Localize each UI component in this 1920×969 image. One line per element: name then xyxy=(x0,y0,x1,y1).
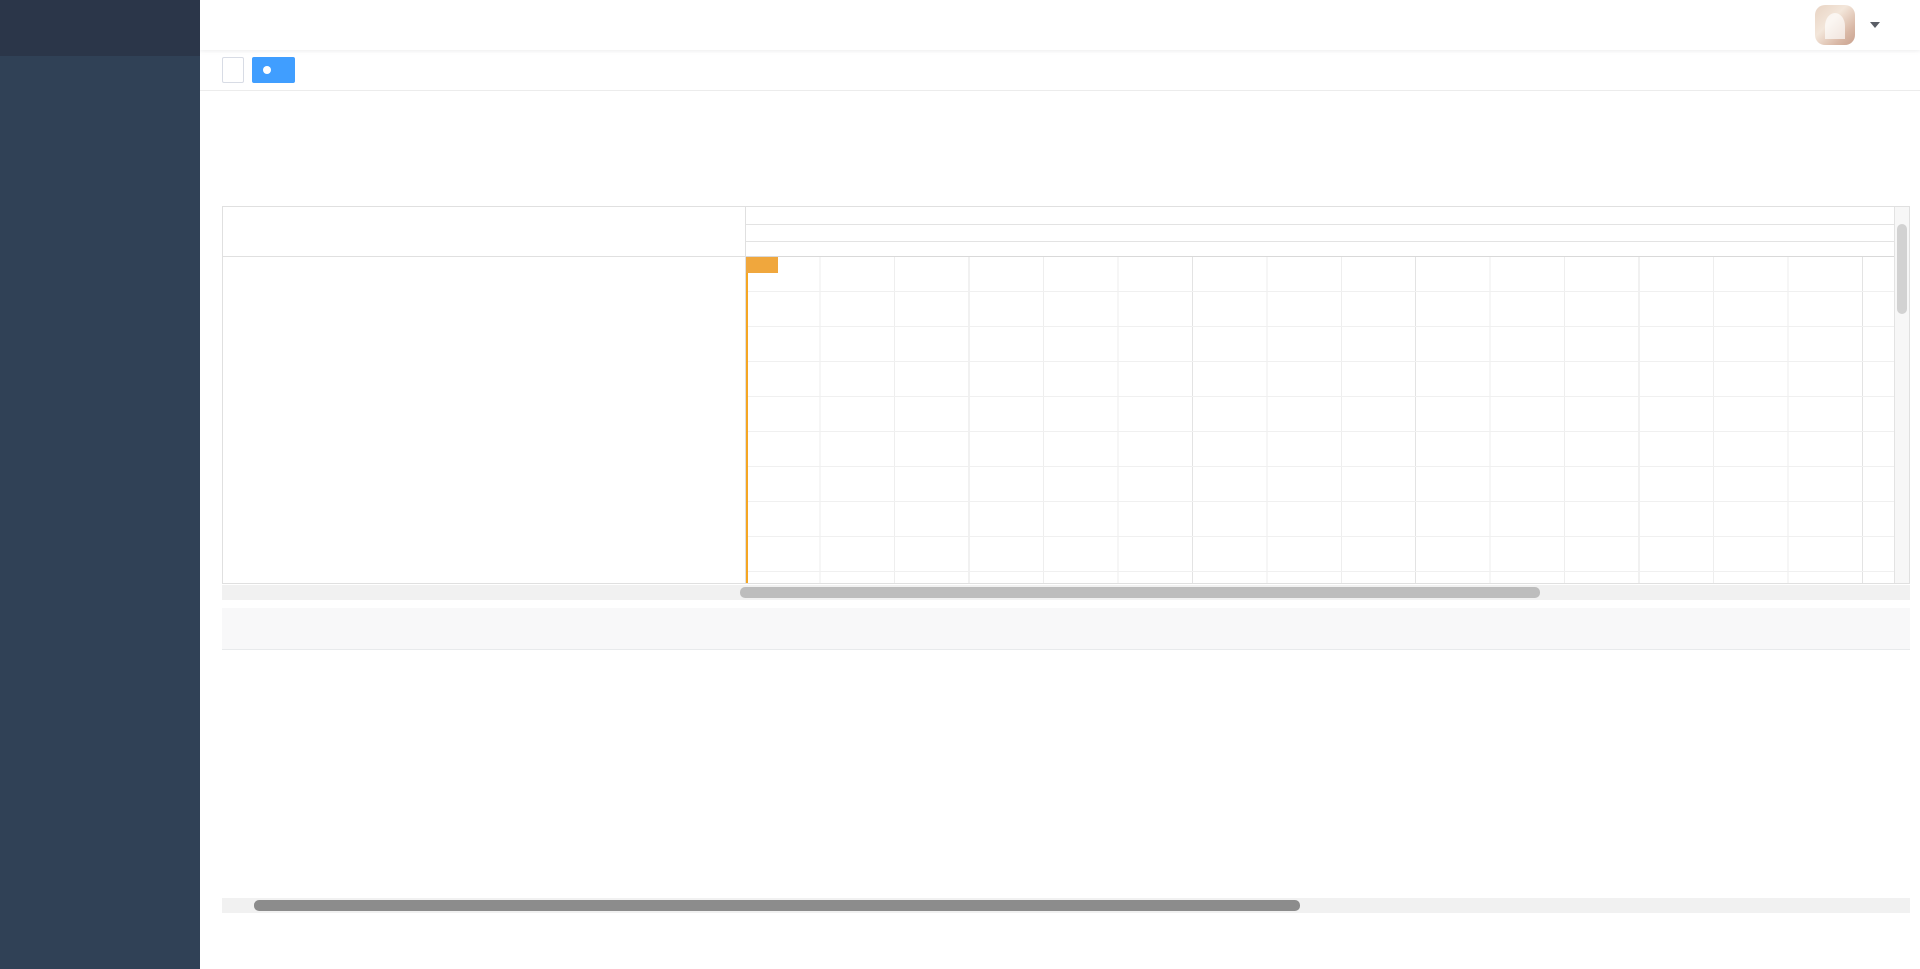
gantt-table-rows xyxy=(223,257,745,584)
topbar-actions xyxy=(1800,5,1920,45)
gantt-panel xyxy=(222,206,1910,584)
active-tab-dot xyxy=(263,66,271,74)
tags-view-bar xyxy=(200,50,1920,91)
avatar-caret-down-icon[interactable] xyxy=(1870,22,1880,28)
filter-form xyxy=(200,91,1920,206)
table-horizontal-scrollbar[interactable] xyxy=(222,898,1910,913)
topbar xyxy=(200,0,1920,50)
table-hscroll-thumb[interactable] xyxy=(254,900,1300,911)
app-logo[interactable] xyxy=(0,0,200,56)
today-marker-line xyxy=(746,257,748,584)
orders-table xyxy=(222,608,1910,895)
scroll-up-icon[interactable] xyxy=(1895,207,1909,222)
gantt-chart-area xyxy=(746,257,1896,584)
tab-home[interactable] xyxy=(222,57,244,83)
scroll-down-icon[interactable] xyxy=(1895,570,1909,584)
table-hscroll-track[interactable] xyxy=(238,898,1894,913)
gantt-hscroll-thumb[interactable] xyxy=(740,587,1540,598)
orders-table-header xyxy=(222,608,1910,650)
gantt-day-row xyxy=(746,225,1896,242)
gantt-task-table xyxy=(223,207,746,584)
sidebar xyxy=(0,0,200,969)
today-marker-label xyxy=(746,257,778,273)
app-root xyxy=(0,0,1920,969)
gantt-timeline xyxy=(746,207,1896,584)
gantt-vscroll-thumb[interactable] xyxy=(1897,224,1907,314)
gantt-vertical-scrollbar[interactable] xyxy=(1894,207,1909,584)
tab-scheduling[interactable] xyxy=(252,57,295,83)
gantt-hour-row xyxy=(746,242,1896,257)
gantt-week-label xyxy=(746,207,1896,225)
gantt-hscroll-track[interactable] xyxy=(238,585,1894,600)
gantt-table-header xyxy=(223,207,745,257)
avatar[interactable] xyxy=(1815,5,1855,45)
gantt-horizontal-scrollbar[interactable] xyxy=(222,585,1910,600)
